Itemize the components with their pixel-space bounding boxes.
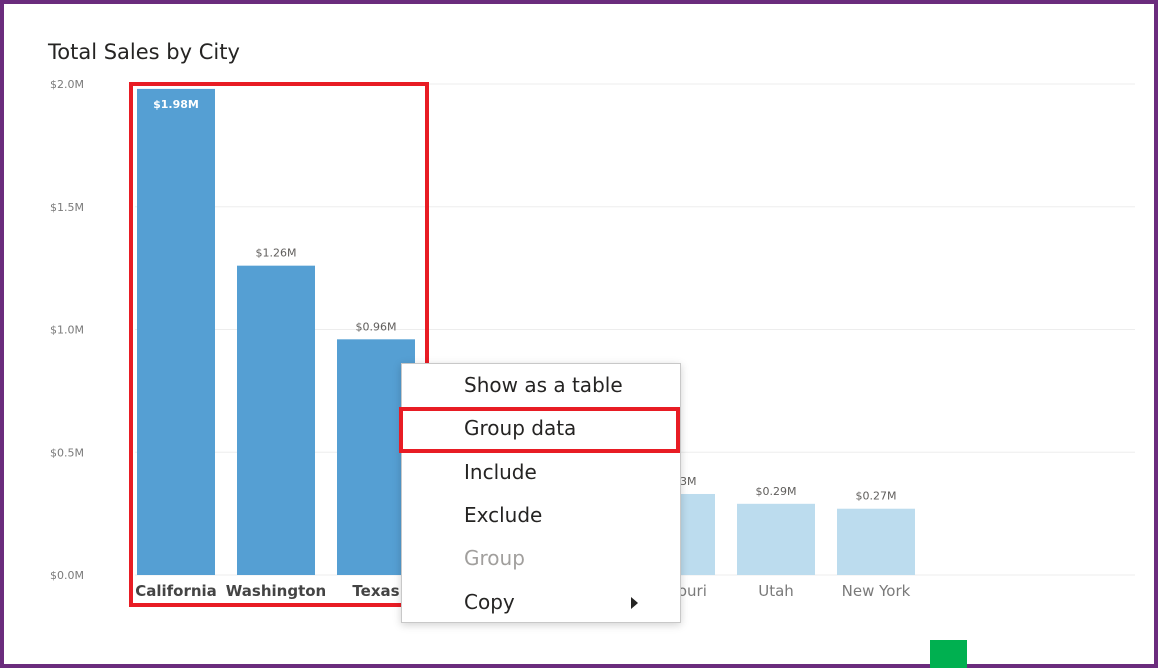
x-category-label[interactable]: New York (842, 582, 911, 600)
menu-item-copy[interactable]: Copy (402, 581, 680, 624)
menu-item-exclude[interactable]: Exclude (402, 494, 680, 537)
y-tick-label: $0.0M (50, 569, 84, 582)
chevron-right-icon (631, 596, 638, 609)
menu-item-label: Exclude (464, 502, 543, 527)
menu-item-label: Group data (464, 416, 577, 441)
bar-utah[interactable] (737, 503, 815, 575)
y-tick-label: $1.0M (50, 324, 84, 337)
context-menu: Show as a table Group data Include Exclude G… (401, 363, 681, 623)
y-tick-label: $2.0M (50, 78, 84, 91)
selection-highlight-box (129, 82, 429, 607)
menu-item-group: Group (402, 537, 680, 580)
menu-item-label: Copy (464, 589, 515, 614)
menu-item-show-as-table[interactable]: Show as a table (402, 364, 680, 407)
y-tick-label: $1.5M (50, 201, 84, 214)
menu-item-label: Include (464, 459, 537, 484)
x-category-label[interactable]: Utah (758, 582, 794, 600)
menu-item-group-data[interactable]: Group data (402, 407, 680, 450)
bar-new-york[interactable] (837, 508, 915, 575)
menu-item-label: Show as a table (464, 373, 623, 397)
y-axis: $0.0M $0.5M $1.0M $1.5M $2.0M (50, 78, 84, 582)
data-label: $0.29M (756, 485, 797, 498)
y-tick-label: $0.5M (50, 446, 84, 459)
green-marker (930, 640, 967, 668)
menu-item-include[interactable]: Include (402, 451, 680, 494)
data-label: $0.27M (856, 490, 897, 503)
menu-item-label: Group (464, 546, 525, 571)
